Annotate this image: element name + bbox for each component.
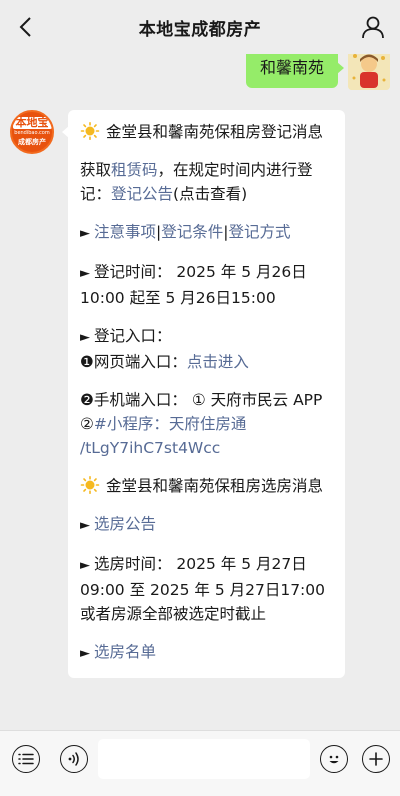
back-button[interactable] — [12, 13, 38, 41]
method-link[interactable]: 登记方式 — [229, 223, 291, 241]
bullet-triangle: ► — [80, 330, 90, 345]
select-time-text: 选房时间： 2025 年 5 月27日 09:00 至 2025 年 5 月27… — [80, 555, 326, 623]
select-time: ► 选房时间： 2025 年 5 月27日 09:00 至 2025 年 5 月2… — [80, 552, 331, 626]
chevron-left-icon — [19, 17, 31, 37]
bullet-triangle: ► — [80, 646, 90, 661]
chat-area[interactable]: 和馨南苑 本地宝 bendibao.com 成都房产 金堂县和馨南苑保租房登记消… — [0, 54, 400, 730]
registration-entry-text: 登记入口： — [94, 327, 172, 345]
received-message-row: 本地宝 bendibao.com 成都房产 金堂县和馨南苑保租房登记消息 获取租… — [10, 110, 345, 678]
section1-title: 金堂县和馨南苑保租房登记消息 — [80, 120, 331, 144]
web-entry-label: 网页端入口： — [93, 353, 187, 371]
registration-time: ► 登记时间： 2025 年 5 月26日 10:00 起至 5 月26日15:0… — [80, 260, 331, 310]
bullet-triangle: ► — [80, 226, 90, 241]
intro-paragraph: 获取租赁码，在规定时间内进行登记：登记公告(点击查看) — [80, 158, 331, 206]
section2-title: 金堂县和馨南苑保租房选房消息 — [80, 474, 331, 498]
voice-icon — [68, 752, 79, 766]
registration-notice-link[interactable]: 登记公告 — [111, 185, 173, 203]
tab-links-line: ► 注意事项|登记条件|登记方式 — [80, 220, 331, 246]
rental-code-link[interactable]: 租赁码 — [111, 161, 158, 179]
menu-list-icon — [18, 753, 34, 765]
notes-link[interactable]: 注意事项 — [94, 223, 156, 241]
emoji-button[interactable] — [320, 745, 348, 773]
select-list-line: ► 选房名单 — [80, 640, 331, 666]
conditions-link[interactable]: 登记条件 — [161, 223, 223, 241]
received-message-bubble: 金堂县和馨南苑保租房登记消息 获取租赁码，在规定时间内进行登记：登记公告(点击查… — [62, 110, 345, 678]
bot-avatar[interactable]: 本地宝 bendibao.com 成都房产 — [10, 110, 54, 154]
bullet-triangle: ► — [80, 266, 90, 281]
bot-logo-domain: bendibao.com — [14, 130, 50, 136]
user-avatar-image — [348, 54, 390, 90]
sent-message-row: 和馨南苑 — [245, 54, 390, 90]
notice-hint: (点击查看) — [173, 185, 248, 203]
mobile-entry-line: ❷手机端入口： ① 天府市民云 APP ②#小程序：天府住房通 /tLgY7ih… — [80, 388, 331, 460]
chat-title: 本地宝成都房产 — [138, 19, 262, 40]
web-entry-link[interactable]: 点击进入 — [187, 353, 249, 371]
section1-title-text: 金堂县和馨南苑保租房登记消息 — [106, 123, 324, 141]
user-avatar[interactable] — [348, 54, 390, 90]
input-bar — [0, 730, 400, 796]
sent-message-bubble[interactable]: 和馨南苑 — [245, 54, 345, 88]
message-input[interactable] — [98, 739, 310, 779]
mini-program-link[interactable]: #小程序：天府住房通 /tLgY7ihC7st4Wcc — [80, 415, 246, 457]
select-list-link[interactable]: 选房名单 — [94, 643, 156, 661]
more-button[interactable] — [362, 745, 390, 773]
number-one-icon: ❶ — [80, 353, 94, 371]
bot-logo-text: 本地宝 — [12, 117, 52, 129]
section2-title-text: 金堂县和馨南苑保租房选房消息 — [106, 477, 324, 495]
select-notice-line: ► 选房公告 — [80, 512, 331, 538]
voice-button[interactable] — [60, 745, 88, 773]
bullet-triangle: ► — [80, 518, 90, 533]
registration-entry-label: ► 登记入口： — [80, 324, 331, 350]
sun-icon — [80, 122, 100, 140]
select-notice-link[interactable]: 选房公告 — [94, 515, 156, 533]
profile-button[interactable] — [360, 14, 386, 40]
chat-header: 本地宝成都房产 — [0, 0, 400, 54]
emoji-icon — [329, 755, 339, 764]
person-icon — [362, 16, 384, 39]
web-entry-line: ❶网页端入口：点击进入 — [80, 350, 331, 374]
bullet-triangle: ► — [80, 558, 90, 573]
registration-time-text: 登记时间： 2025 年 5 月26日 10:00 起至 5 月26日15:00 — [80, 263, 307, 307]
bot-logo-foot: 成都房产 — [18, 138, 46, 146]
plus-icon — [369, 752, 383, 766]
sun-icon — [80, 476, 100, 494]
menu-button[interactable] — [12, 745, 40, 773]
intro-text-before: 获取 — [80, 161, 112, 179]
number-two-icon: ❷ — [80, 391, 94, 409]
